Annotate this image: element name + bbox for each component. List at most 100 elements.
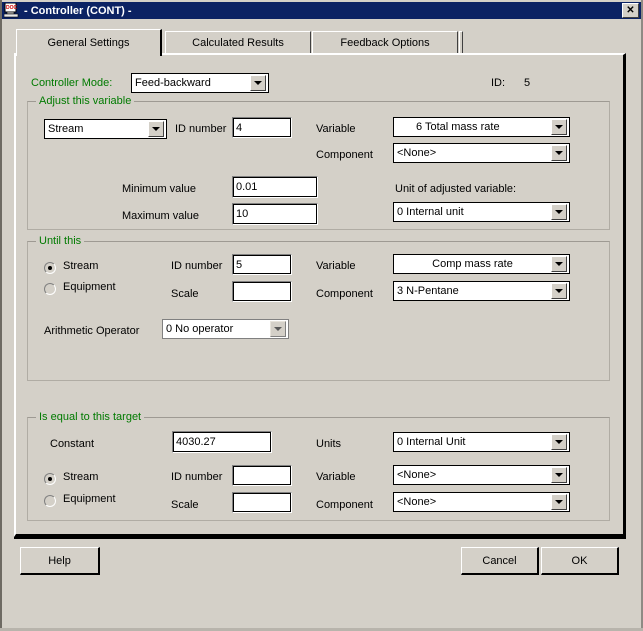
- tab-label: Calculated Results: [192, 37, 284, 49]
- window-frame-left: [0, 0, 2, 631]
- until-stream-label: Stream: [63, 260, 99, 272]
- until-variable-select[interactable]: Comp mass rate: [393, 254, 570, 274]
- adjust-variable-label: Variable: [316, 123, 356, 135]
- panel-content: Controller Mode: Feed-backward ID: 5 Adj…: [16, 55, 623, 534]
- minimum-value-label: Minimum value: [122, 183, 196, 195]
- tab-label: General Settings: [47, 37, 130, 49]
- unit-of-adjusted-variable-select[interactable]: 0 Internal unit: [393, 202, 570, 222]
- id-value: 5: [524, 77, 531, 89]
- chevron-down-icon[interactable]: [551, 256, 567, 272]
- until-id-number-input[interactable]: 5: [232, 254, 292, 275]
- chevron-down-icon[interactable]: [551, 283, 567, 299]
- target-equipment-label: Equipment: [63, 493, 116, 505]
- adjust-variable-group-title: Adjust this variable: [36, 95, 135, 107]
- chevron-down-icon[interactable]: [148, 121, 164, 137]
- unit-of-adjusted-variable-label: Unit of adjusted variable:: [395, 183, 517, 195]
- adjust-object-type-select[interactable]: Stream: [44, 119, 167, 139]
- adjust-component-label: Component: [316, 149, 373, 161]
- tab-label: Feedback Options: [340, 37, 430, 49]
- tab-feedback-options[interactable]: Feedback Options: [312, 31, 458, 54]
- units-select[interactable]: 0 Internal Unit: [393, 432, 570, 452]
- adjust-id-number-input[interactable]: 4: [232, 117, 292, 138]
- cancel-button-label: Cancel: [482, 554, 517, 567]
- maximum-value-input[interactable]: 10: [232, 203, 318, 225]
- arithmetic-operator-select[interactable]: 0 No operator: [162, 319, 289, 339]
- arithmetic-operator-label: Arithmetic Operator: [44, 325, 140, 337]
- title-bar[interactable]: DOC - Controller (CONT) - ✕: [2, 2, 641, 19]
- close-icon[interactable]: ✕: [622, 3, 639, 18]
- window-title: - Controller (CONT) -: [24, 4, 132, 17]
- maximum-value: 10: [236, 208, 249, 220]
- until-this-group-title: Until this: [36, 235, 85, 247]
- until-component-value: 3 N-Pentane: [397, 285, 459, 297]
- target-component-label: Component: [316, 499, 373, 511]
- target-variable-select[interactable]: <None>: [393, 465, 570, 485]
- ok-button[interactable]: OK: [541, 547, 619, 575]
- help-button[interactable]: Help: [20, 547, 100, 575]
- adjust-component-value: <None>: [397, 147, 437, 159]
- minimum-value: 0.01: [236, 181, 258, 193]
- general-settings-panel: Controller Mode: Feed-backward ID: 5 Adj…: [14, 53, 626, 537]
- tab-strip-filler: [459, 31, 463, 54]
- until-component-select[interactable]: 3 N-Pentane: [393, 281, 570, 301]
- adjust-variable-select[interactable]: 6 Total mass rate: [393, 117, 570, 137]
- until-variable-value: Comp mass rate: [432, 258, 513, 270]
- target-scale-label: Scale: [171, 499, 199, 511]
- ok-button-label: OK: [571, 554, 588, 567]
- controller-mode-label: Controller Mode:: [31, 77, 113, 89]
- controller-mode-select[interactable]: Feed-backward: [131, 73, 269, 93]
- chevron-down-icon[interactable]: [551, 119, 567, 135]
- chevron-down-icon[interactable]: [551, 467, 567, 483]
- document-app-icon: DOC: [3, 2, 20, 18]
- tab-general-settings[interactable]: General Settings: [16, 29, 162, 56]
- target-scale-input[interactable]: [232, 492, 292, 513]
- tab-calculated-results[interactable]: Calculated Results: [165, 31, 311, 54]
- until-equipment-radio[interactable]: [44, 283, 56, 295]
- target-stream-radio[interactable]: [44, 473, 56, 485]
- adjust-variable-value: 6 Total mass rate: [416, 121, 500, 133]
- chevron-down-icon[interactable]: [250, 75, 266, 91]
- target-variable-value: <None>: [397, 469, 437, 481]
- until-variable-label: Variable: [316, 260, 356, 272]
- target-equipment-radio[interactable]: [44, 495, 56, 507]
- chevron-down-icon[interactable]: [551, 434, 567, 450]
- unit-of-adjusted-variable-value: 0 Internal unit: [397, 206, 464, 218]
- target-component-value: <None>: [397, 496, 437, 508]
- target-component-select[interactable]: <None>: [393, 492, 570, 512]
- controller-dialog: DOC - Controller (CONT) - ✕ General Sett…: [0, 0, 643, 631]
- arithmetic-operator-value: 0 No operator: [166, 323, 234, 335]
- units-value: 0 Internal Unit: [397, 436, 466, 448]
- tab-strip: General Settings Calculated Results Feed…: [16, 29, 624, 56]
- adjust-id-number-value: 4: [236, 121, 243, 134]
- chevron-down-icon[interactable]: [551, 145, 567, 161]
- constant-value: 4030.27: [176, 436, 216, 448]
- constant-input[interactable]: 4030.27: [172, 431, 272, 453]
- svg-text:DOC: DOC: [6, 5, 18, 11]
- target-variable-label: Variable: [316, 471, 356, 483]
- help-button-label: Help: [48, 554, 71, 567]
- footer-separator: [14, 537, 626, 539]
- chevron-down-icon[interactable]: [551, 494, 567, 510]
- radio-dot: [48, 477, 52, 481]
- target-group-title: Is equal to this target: [36, 411, 145, 423]
- until-equipment-label: Equipment: [63, 281, 116, 293]
- adjust-object-type-value: Stream: [48, 123, 84, 135]
- target-id-number-label: ID number: [171, 471, 223, 483]
- cancel-button[interactable]: Cancel: [461, 547, 539, 575]
- until-id-number-label: ID number: [171, 260, 223, 272]
- until-scale-input[interactable]: [232, 281, 292, 302]
- maximum-value-label: Maximum value: [122, 210, 200, 222]
- controller-mode-value: Feed-backward: [135, 77, 211, 89]
- adjust-id-number-label: ID number: [175, 123, 227, 135]
- adjust-component-select[interactable]: <None>: [393, 143, 570, 163]
- chevron-down-icon[interactable]: [551, 204, 567, 220]
- constant-label: Constant: [50, 438, 95, 450]
- units-label: Units: [316, 438, 342, 450]
- until-stream-radio[interactable]: [44, 262, 56, 274]
- target-stream-label: Stream: [63, 471, 99, 483]
- radio-dot: [48, 266, 52, 270]
- minimum-value-input[interactable]: 0.01: [232, 176, 318, 198]
- until-id-number-value: 5: [236, 258, 243, 271]
- chevron-down-icon[interactable]: [270, 321, 286, 337]
- target-id-number-input[interactable]: [232, 465, 292, 486]
